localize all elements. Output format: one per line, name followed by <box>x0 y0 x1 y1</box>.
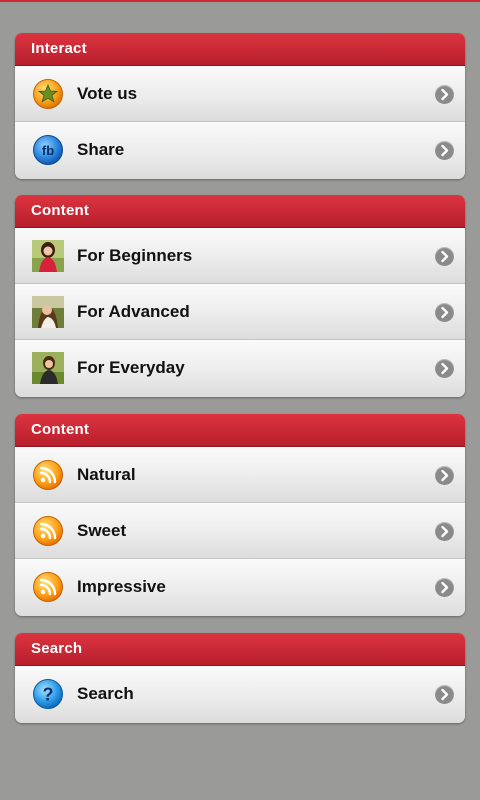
list-item-for-beginners[interactable]: For Beginners <box>15 228 465 284</box>
star-medal-icon <box>33 79 63 109</box>
svg-text:?: ? <box>43 685 54 705</box>
list-item-impressive[interactable]: Impressive <box>15 559 465 616</box>
help-question-icon: ? <box>33 679 63 709</box>
section-header: Content <box>15 195 465 228</box>
chevron-right-icon <box>435 247 454 266</box>
list-item-for-advanced[interactable]: For Advanced <box>15 284 465 340</box>
chevron-right-icon <box>435 85 454 104</box>
list-item-label: Sweet <box>77 521 127 540</box>
list-item-search[interactable]: ? Search <box>15 666 465 723</box>
top-accent-line <box>0 0 480 2</box>
chevron-right-icon <box>435 466 454 485</box>
section-content-styles: Content Natural Sweet Impressive <box>15 414 465 616</box>
svg-text:fb: fb <box>42 143 54 158</box>
rss-feed-icon <box>33 516 63 546</box>
list-item-vote-us[interactable]: Vote us <box>15 66 465 122</box>
list-item-label: For Everyday <box>77 358 185 377</box>
chevron-right-icon <box>435 141 454 160</box>
chevron-right-icon <box>435 303 454 322</box>
section-header: Interact <box>15 33 465 66</box>
advanced-photo-thumbnail <box>32 296 64 328</box>
chevron-right-icon <box>435 685 454 704</box>
chevron-right-icon <box>435 359 454 378</box>
list-item-label: Search <box>77 684 134 703</box>
list-item-label: Impressive <box>77 577 166 596</box>
list-item-label: For Beginners <box>77 246 193 265</box>
section-header: Search <box>15 633 465 666</box>
everyday-photo-thumbnail <box>32 352 64 384</box>
list-item-natural[interactable]: Natural <box>15 447 465 503</box>
rss-feed-icon <box>33 460 63 490</box>
list-item-for-everyday[interactable]: For Everyday <box>15 340 465 397</box>
list-item-label: Natural <box>77 465 136 484</box>
rss-feed-icon <box>33 572 63 602</box>
section-content-guides: Content For Beginners For Advanced For E… <box>15 195 465 397</box>
chevron-right-icon <box>435 522 454 541</box>
section-header: Content <box>15 414 465 447</box>
list-item-sweet[interactable]: Sweet <box>15 503 465 559</box>
beginner-photo-thumbnail <box>32 240 64 272</box>
list-item-label: For Advanced <box>77 302 190 321</box>
facebook-icon: fb <box>33 135 63 165</box>
section-search: Search ? Search <box>15 633 465 723</box>
chevron-right-icon <box>435 578 454 597</box>
section-interact: Interact Vote us fb Share <box>15 33 465 179</box>
list-item-label: Vote us <box>77 84 138 103</box>
list-item-share[interactable]: fb Share <box>15 122 465 179</box>
list-item-label: Share <box>77 140 125 159</box>
